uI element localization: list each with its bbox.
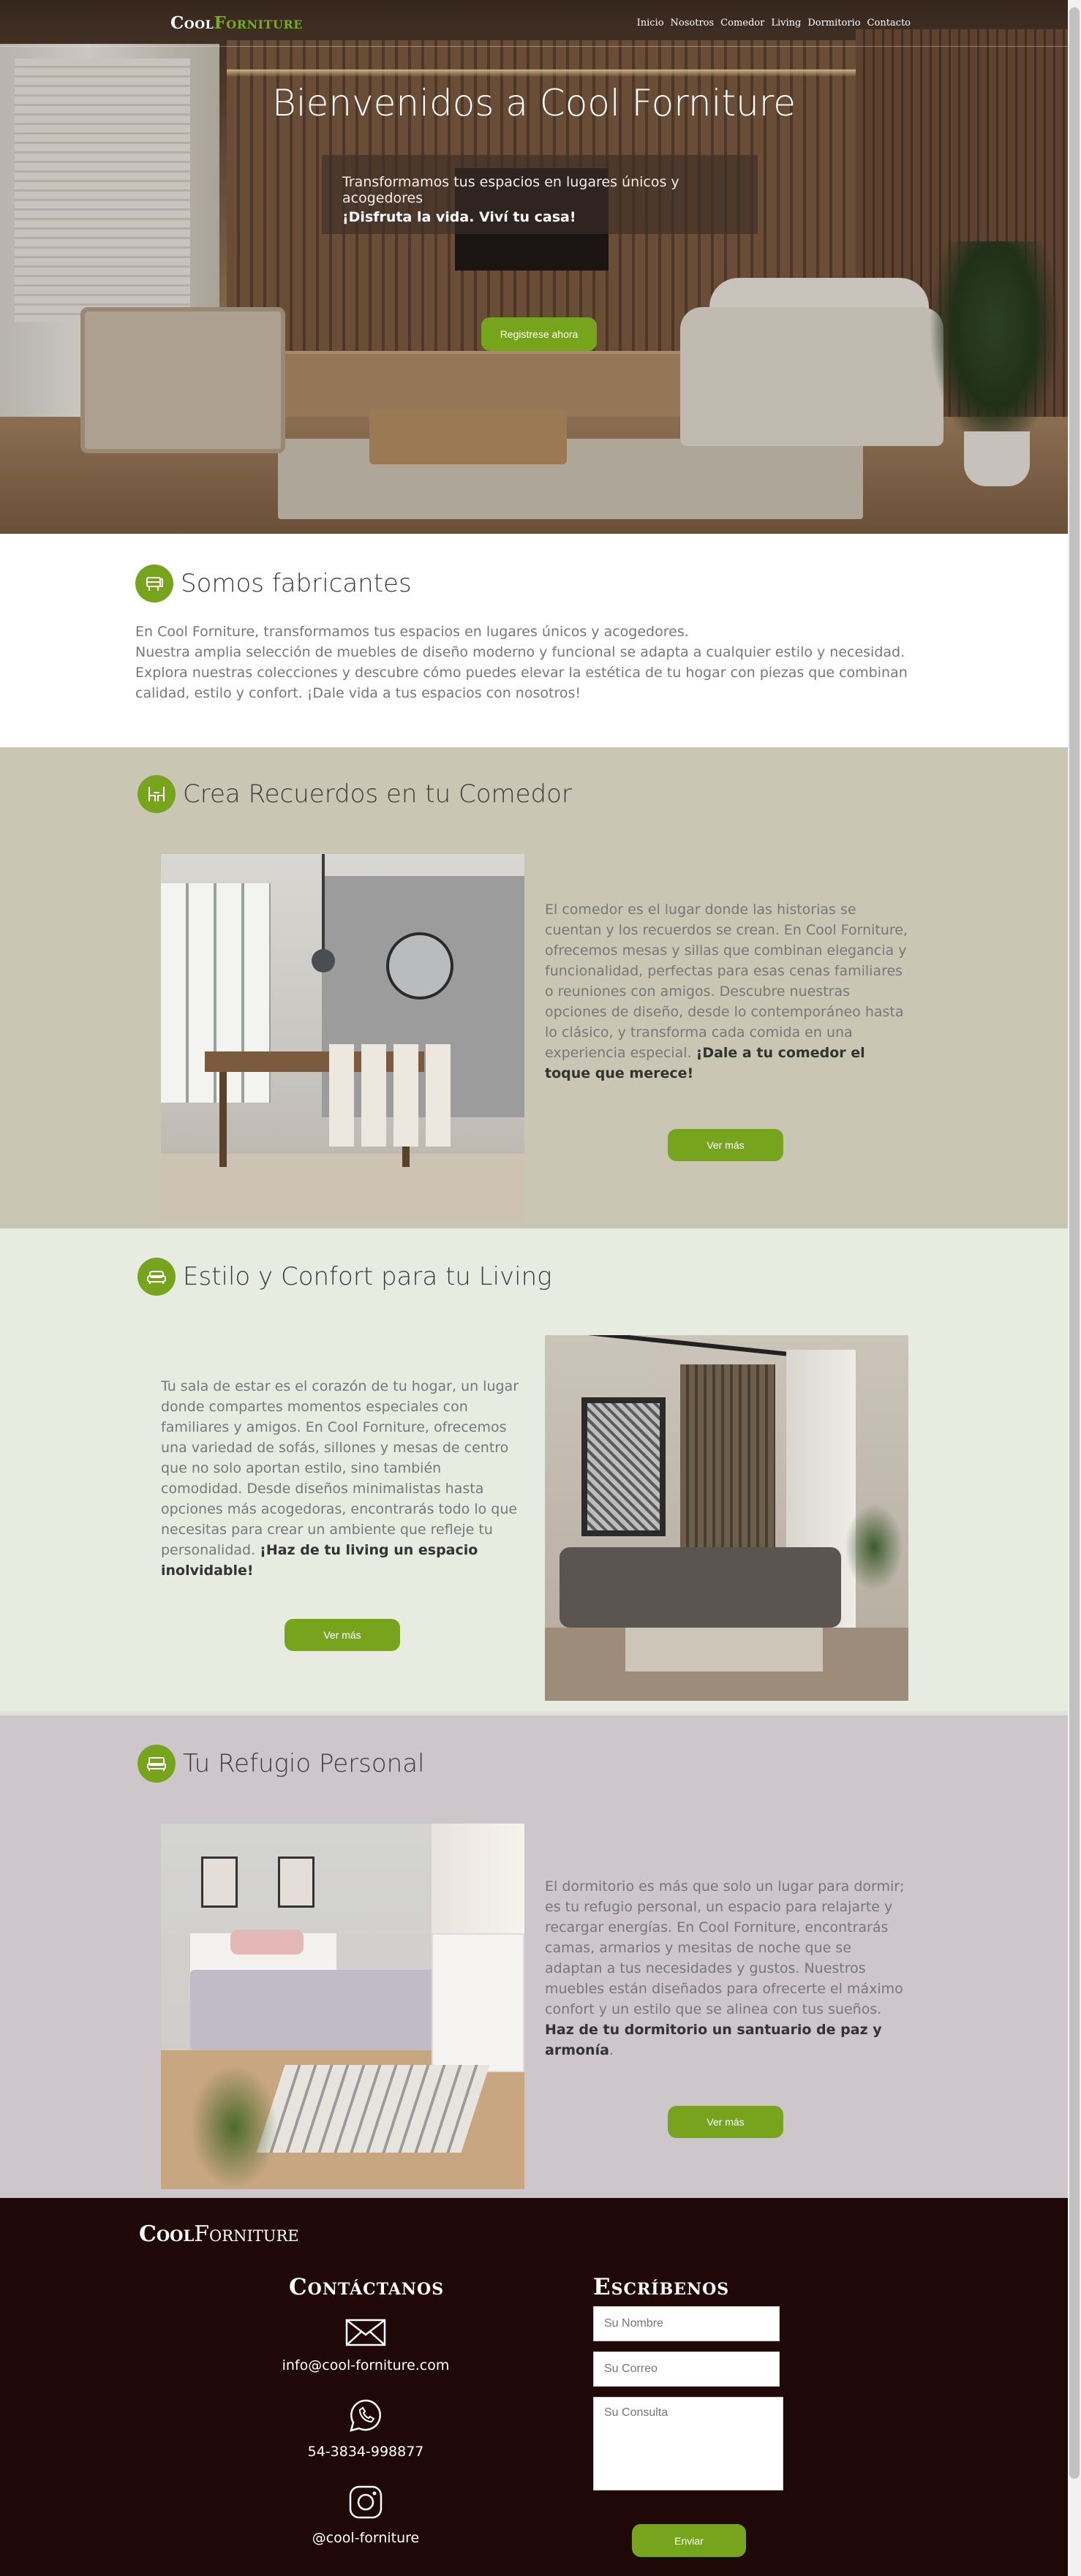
footer: CoolForniture Contáctanos info@cool-forn…: [0, 2198, 1068, 2576]
hero-section: CoolForniture Inicio Nosotros Comedor Li…: [0, 0, 1068, 534]
brand-logo-part1: Cool: [170, 13, 214, 33]
living-photo: [545, 1335, 908, 1701]
scrollbar-thumb[interactable]: [1069, 7, 1080, 2479]
about-section: Somos fabricantes En Cool Forniture, tra…: [0, 534, 1068, 747]
mail-icon: [344, 2315, 388, 2350]
brand-logo-part2: Forniture: [214, 13, 303, 33]
bedroom-highlight: Haz de tu dormitorio un santuario de paz…: [545, 2022, 882, 2058]
dining-photo: [161, 854, 524, 1220]
brand-logo[interactable]: CoolForniture: [170, 13, 303, 33]
about-line1: En Cool Forniture, transformamos tus esp…: [135, 624, 689, 640]
hero-title: Bienvenidos a Cool Forniture: [271, 82, 796, 124]
contact-phone[interactable]: 54-3834-998877: [256, 2444, 475, 2460]
whatsapp-icon[interactable]: [344, 2398, 388, 2433]
dining-more-button[interactable]: Ver más: [668, 1129, 783, 1161]
about-text: En Cool Forniture, transformamos tus esp…: [135, 622, 925, 703]
about-title: Somos fabricantes: [181, 569, 412, 598]
contact-heading: Contáctanos: [289, 2274, 445, 2300]
hero-message-box: Transformamos tus espacios en lugares ún…: [322, 155, 758, 234]
sofa-icon: [138, 1258, 176, 1296]
nav-item-living[interactable]: Living: [771, 18, 801, 29]
footer-logo[interactable]: CoolForniture: [139, 2221, 299, 2247]
living-more-button[interactable]: Ver más: [285, 1619, 400, 1651]
nav-item-nosotros[interactable]: Nosotros: [671, 18, 715, 29]
about-title-row: Somos fabricantes: [135, 564, 412, 603]
living-title-row: Estilo y Confort para tu Living: [138, 1258, 552, 1296]
contact-email[interactable]: info@cool-forniture.com: [256, 2357, 475, 2373]
send-button[interactable]: Enviar: [632, 2524, 746, 2557]
query-field[interactable]: [593, 2397, 783, 2490]
bed-icon: [138, 1745, 176, 1783]
dining-title: Crea Recuerdos en tu Comedor: [183, 779, 572, 809]
dining-title-row: Crea Recuerdos en tu Comedor: [138, 775, 572, 813]
dining-text: El comedor es el lugar donde las histori…: [545, 902, 908, 1081]
register-button[interactable]: Registrese ahora: [481, 317, 597, 351]
main-nav: Inicio Nosotros Comedor Living Dormitori…: [637, 18, 911, 29]
bedroom-title-row: Tu Refugio Personal: [138, 1745, 425, 1783]
living-section: Estilo y Confort para tu Living Tu sala …: [0, 1228, 1068, 1715]
write-heading: Escríbenos: [593, 2274, 730, 2300]
hero-subtitle: Transformamos tus espacios en lugares ún…: [342, 174, 679, 206]
contact-instagram[interactable]: @cool-forniture: [256, 2530, 475, 2546]
page-scrollbar[interactable]: [1068, 0, 1081, 2576]
top-navbar: CoolForniture Inicio Nosotros Comedor Li…: [0, 0, 1068, 47]
name-field[interactable]: [593, 2306, 780, 2341]
bedroom-more-button[interactable]: Ver más: [668, 2106, 783, 2138]
nav-item-comedor[interactable]: Comedor: [720, 18, 764, 29]
living-text: Tu sala de estar es el corazón de tu hog…: [161, 1378, 519, 1579]
dining-chairs-icon: [138, 775, 176, 813]
factory-icon: [135, 564, 173, 603]
living-title: Estilo y Confort para tu Living: [183, 1262, 552, 1291]
instagram-icon[interactable]: [344, 2485, 388, 2520]
nav-item-inicio[interactable]: Inicio: [637, 18, 664, 29]
about-line2: Nuestra amplia selección de muebles de d…: [135, 644, 908, 701]
email-field[interactable]: [593, 2352, 780, 2387]
bedroom-title: Tu Refugio Personal: [183, 1749, 425, 1778]
hero-tagline: ¡Disfruta la vida. Viví tu casa!: [342, 209, 576, 225]
dining-section: Crea Recuerdos en tu Comedor El comedor …: [0, 747, 1068, 1228]
bedroom-photo: [161, 1824, 524, 2189]
nav-item-contacto[interactable]: Contacto: [867, 18, 911, 29]
nav-item-dormitorio[interactable]: Dormitorio: [807, 18, 860, 29]
bedroom-text: El dormitorio es más que solo un lugar p…: [545, 1878, 905, 2058]
bedroom-section: Tu Refugio Personal El dormitorio es más…: [0, 1715, 1068, 2198]
